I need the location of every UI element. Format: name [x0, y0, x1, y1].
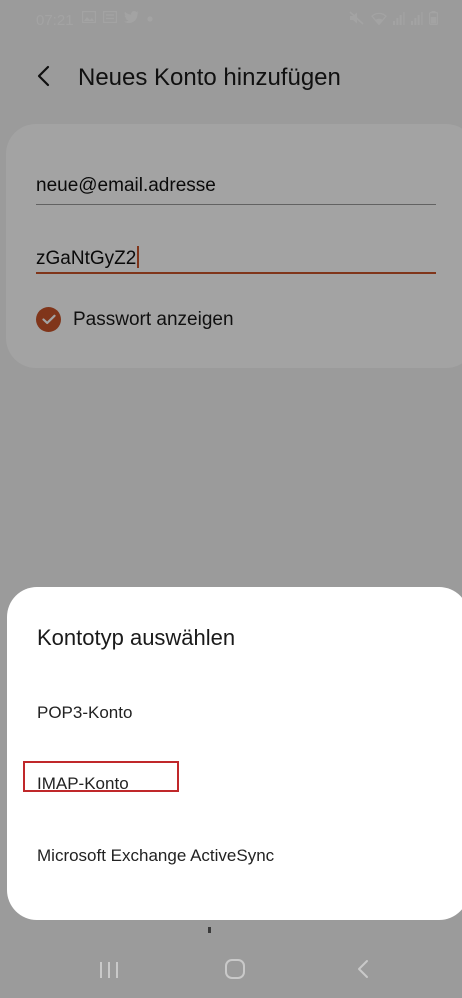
back-icon[interactable]	[355, 958, 371, 980]
account-type-sheet: Kontotyp auswählen POP3-Konto IMAP-Konto…	[7, 587, 462, 920]
recent-apps-icon[interactable]	[97, 960, 121, 980]
option-pop3[interactable]: POP3-Konto	[37, 703, 132, 723]
screen: 07:21 Neues Konto hinzufügen neue@email.…	[0, 0, 462, 998]
navigation-bar	[0, 938, 462, 998]
sheet-title: Kontotyp auswählen	[37, 625, 236, 650]
imap-highlight-box	[23, 761, 179, 792]
home-icon[interactable]	[224, 958, 246, 980]
sheet-stub	[208, 927, 211, 933]
option-exchange-activesync[interactable]: Microsoft Exchange ActiveSync	[37, 846, 274, 866]
